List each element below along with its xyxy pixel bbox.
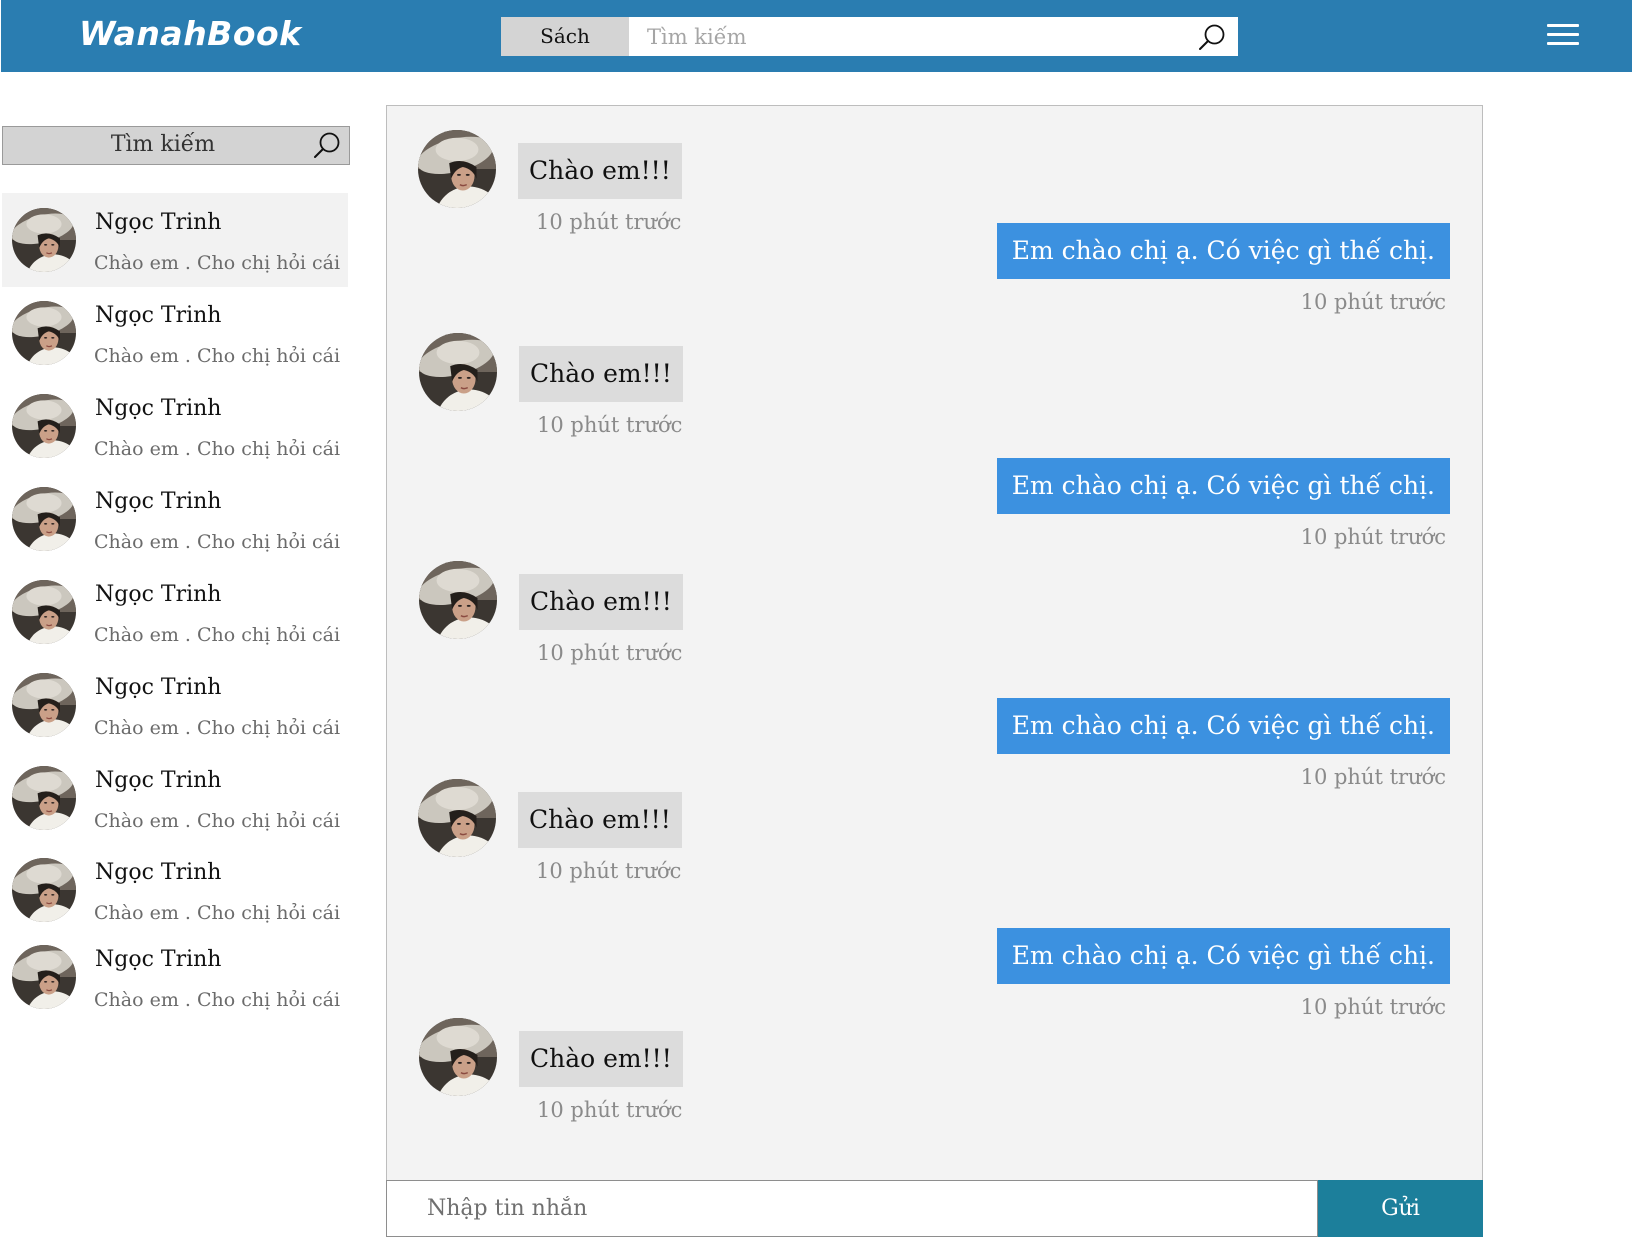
- chat-panel[interactable]: Chào em!!! 10 phút trước Em chào chị ạ. …: [386, 105, 1483, 1180]
- message-time: 10 phút trước: [537, 413, 683, 437]
- top-search-bar: Sách: [501, 17, 1238, 56]
- top-search-input[interactable]: [629, 17, 1189, 56]
- contact-name: Ngọc Trinh: [95, 768, 222, 793]
- avatar: [12, 580, 76, 644]
- contact-search[interactable]: Tìm kiếm: [2, 126, 350, 165]
- avatar: [12, 208, 76, 272]
- contact-name: Ngọc Trinh: [95, 210, 222, 235]
- avatar: [12, 858, 76, 922]
- avatar: [419, 333, 497, 411]
- message-input[interactable]: [386, 1180, 1318, 1237]
- contact-name: Ngọc Trinh: [95, 489, 222, 514]
- avatar: [12, 766, 76, 830]
- message-composer: Gửi: [386, 1180, 1483, 1237]
- contact-item[interactable]: Ngọc Trinh Chào em . Cho chị hỏi cái: [2, 286, 348, 380]
- avatar: [419, 561, 497, 639]
- contact-preview: Chào em . Cho chị hỏi cái: [94, 252, 341, 274]
- incoming-message: Chào em!!!: [519, 346, 683, 402]
- avatar: [12, 945, 76, 1009]
- message-time: 10 phút trước: [1300, 995, 1446, 1019]
- message-time: 10 phút trước: [1300, 765, 1446, 789]
- outgoing-message: Em chào chị ạ. Có việc gì thế chị.: [996, 928, 1450, 984]
- message-time: 10 phút trước: [536, 859, 682, 883]
- send-button[interactable]: Gửi: [1318, 1180, 1483, 1237]
- message-time: 10 phút trước: [537, 1098, 683, 1122]
- contact-name: Ngọc Trinh: [95, 675, 222, 700]
- top-navbar: WanahBook Sách: [1, 0, 1632, 72]
- avatar: [418, 130, 496, 208]
- contact-item[interactable]: Ngọc Trinh Chào em . Cho chị hỏi cái: [2, 751, 348, 845]
- incoming-message: Chào em!!!: [518, 143, 682, 199]
- avatar: [12, 301, 76, 365]
- menu-icon[interactable]: [1547, 24, 1579, 48]
- incoming-message: Chào em!!!: [518, 792, 682, 848]
- avatar: [12, 394, 76, 458]
- avatar: [12, 673, 76, 737]
- contact-item[interactable]: Ngọc Trinh Chào em . Cho chị hỏi cái: [2, 565, 348, 659]
- message-time: 10 phút trước: [1300, 290, 1446, 314]
- contact-preview: Chào em . Cho chị hỏi cái: [94, 438, 341, 460]
- contact-name: Ngọc Trinh: [95, 582, 222, 607]
- contact-name: Ngọc Trinh: [95, 396, 222, 421]
- contact-item[interactable]: Ngọc Trinh Chào em . Cho chị hỏi cái: [2, 193, 348, 287]
- contact-item[interactable]: Ngọc Trinh Chào em . Cho chị hỏi cái: [2, 658, 348, 752]
- contact-preview: Chào em . Cho chị hỏi cái: [94, 810, 341, 832]
- contact-name: Ngọc Trinh: [95, 303, 222, 328]
- outgoing-message: Em chào chị ạ. Có việc gì thế chị.: [996, 223, 1450, 279]
- search-icon[interactable]: [313, 131, 341, 159]
- contact-search-label: Tìm kiếm: [110, 132, 216, 157]
- contact-preview: Chào em . Cho chị hỏi cái: [94, 902, 341, 924]
- incoming-message: Chào em!!!: [519, 574, 683, 630]
- message-time: 10 phút trước: [1300, 525, 1446, 549]
- contact-preview: Chào em . Cho chị hỏi cái: [94, 345, 341, 367]
- avatar: [419, 1018, 497, 1096]
- outgoing-message: Em chào chị ạ. Có việc gì thế chị.: [996, 458, 1450, 514]
- search-icon[interactable]: [1198, 23, 1226, 51]
- contact-preview: Chào em . Cho chị hỏi cái: [94, 531, 341, 553]
- contact-preview: Chào em . Cho chị hỏi cái: [94, 989, 341, 1011]
- category-select[interactable]: Sách: [501, 17, 629, 56]
- contact-name: Ngọc Trinh: [95, 947, 222, 972]
- message-time: 10 phút trước: [537, 641, 683, 665]
- incoming-message: Chào em!!!: [519, 1031, 683, 1087]
- contact-item[interactable]: Ngọc Trinh Chào em . Cho chị hỏi cái: [2, 472, 348, 566]
- avatar: [418, 779, 496, 857]
- message-time: 10 phút trước: [536, 210, 682, 234]
- avatar: [12, 487, 76, 551]
- contact-preview: Chào em . Cho chị hỏi cái: [94, 624, 341, 646]
- contact-item[interactable]: Ngọc Trinh Chào em . Cho chị hỏi cái: [2, 843, 348, 937]
- contact-item[interactable]: Ngọc Trinh Chào em . Cho chị hỏi cái: [2, 379, 348, 473]
- site-logo[interactable]: WanahBook: [79, 14, 302, 53]
- contact-name: Ngọc Trinh: [95, 860, 222, 885]
- contact-item[interactable]: Ngọc Trinh Chào em . Cho chị hỏi cái: [2, 930, 348, 1024]
- outgoing-message: Em chào chị ạ. Có việc gì thế chị.: [996, 698, 1450, 754]
- contact-preview: Chào em . Cho chị hỏi cái: [94, 717, 341, 739]
